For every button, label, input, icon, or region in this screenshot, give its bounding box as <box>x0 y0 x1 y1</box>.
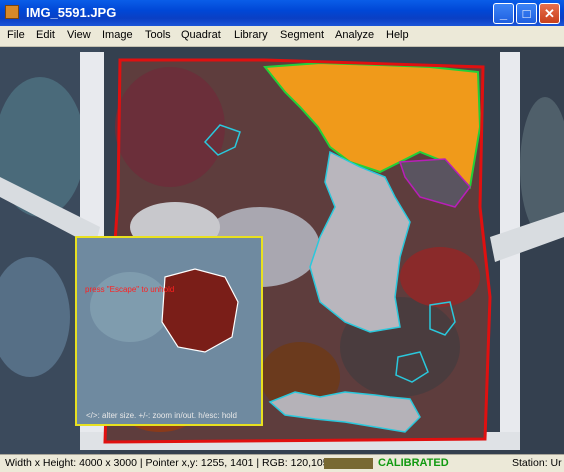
menu-bar: File Edit View Image Tools Quadrat Libra… <box>0 26 564 47</box>
matlab-figure-icon <box>5 5 19 19</box>
calibration-status: CALIBRATED <box>378 457 449 469</box>
reef-image-canvas[interactable] <box>0 47 564 454</box>
title-bar: IMG_5591.JPG _ □ ✕ <box>0 0 564 26</box>
menu-segment[interactable]: Segment <box>280 29 324 41</box>
encrusting-algae <box>115 67 225 187</box>
menu-view[interactable]: View <box>67 29 91 41</box>
maximize-button[interactable]: □ <box>516 3 537 24</box>
minimize-button[interactable]: _ <box>493 3 514 24</box>
color-swatch <box>324 458 373 469</box>
image-viewport[interactable]: press "Escape" to unhold </>: alter size… <box>0 47 564 454</box>
menu-analyze[interactable]: Analyze <box>335 29 374 41</box>
menu-help[interactable]: Help <box>386 29 409 41</box>
magnifier-selection[interactable] <box>161 268 239 353</box>
magnifier-coral <box>90 272 170 342</box>
magnifier-hint-top: press "Escape" to unhold <box>85 285 175 294</box>
red-sponge-patch <box>400 247 480 307</box>
maximize-icon: □ <box>522 6 531 21</box>
menu-library[interactable]: Library <box>234 29 268 41</box>
menu-edit[interactable]: Edit <box>36 29 55 41</box>
menu-quadrat[interactable]: Quadrat <box>181 29 221 41</box>
close-icon: ✕ <box>544 6 555 21</box>
menu-image[interactable]: Image <box>102 29 133 41</box>
menu-file[interactable]: File <box>7 29 25 41</box>
magnifier-hint-bottom: </>: alter size. +/-: zoom in/out. h/esc… <box>86 411 237 420</box>
station-label: Station: Ur <box>512 457 562 469</box>
minimize-icon: _ <box>499 6 508 21</box>
close-button[interactable]: ✕ <box>539 3 560 24</box>
status-info: Width x Height: 4000 x 3000 | Pointer x,… <box>5 457 347 469</box>
status-bar: Width x Height: 4000 x 3000 | Pointer x,… <box>0 454 564 472</box>
menu-tools[interactable]: Tools <box>145 29 171 41</box>
window-title: IMG_5591.JPG <box>26 5 117 20</box>
